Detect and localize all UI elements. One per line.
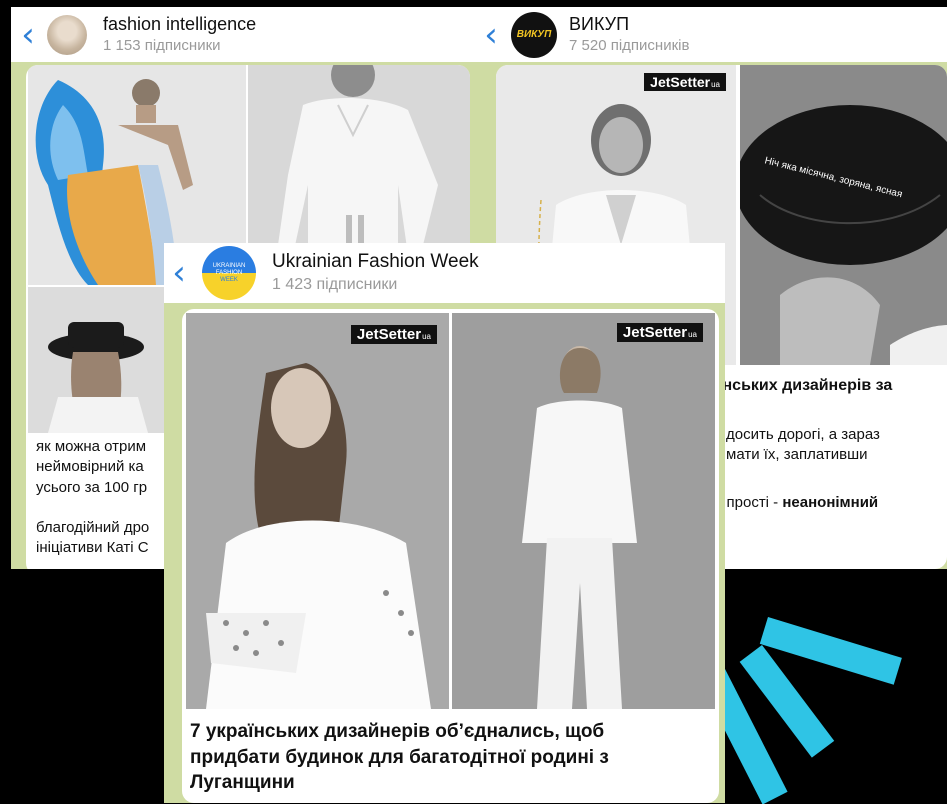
jetsetter-suffix: ua — [688, 330, 697, 339]
subscriber-count: 1 153 підписники — [103, 37, 221, 55]
avatar-label: WEEK — [220, 276, 238, 283]
avatar-label: UKRAINIAN — [212, 262, 246, 269]
jetsetter-label: JetSetter — [622, 324, 688, 341]
jetsetter-watermark: JetSetterua — [350, 325, 437, 344]
channel-header: ‹ fashion intelligence 1 153 підписники — [11, 7, 481, 62]
message-line: досить дорогі, а зараз — [726, 425, 880, 443]
jetsetter-suffix: ua — [711, 80, 720, 89]
avatar-label: FASHION — [215, 269, 243, 276]
message-line — [718, 465, 947, 493]
jetsetter-suffix: ua — [422, 332, 431, 341]
channel-header: ‹ UKRAINIAN FASHION WEEK Ukrainian Fashi… — [164, 243, 725, 303]
jetsetter-watermark: JetSetterua — [644, 73, 726, 91]
message-line: е прості - неанонімний — [714, 493, 947, 513]
message-line: мати їх, заплативши — [726, 445, 868, 463]
back-chevron-icon[interactable]: ‹ — [164, 253, 194, 293]
channel-title[interactable]: Ukrainian Fashion Week — [272, 251, 479, 273]
message-text: 7 українських дизайнерів об’єднались, що… — [190, 721, 609, 794]
post-photo-2[interactable]: JetSetterua — [452, 313, 715, 709]
post-photo-3[interactable] — [28, 287, 164, 433]
channel-avatar[interactable] — [47, 14, 87, 55]
channel-avatar[interactable]: UKRAINIAN FASHION WEEK — [202, 246, 256, 300]
back-chevron-icon[interactable]: ‹ — [481, 15, 501, 55]
channel-title[interactable]: fashion intelligence — [103, 14, 256, 35]
message-text: їнських дизайнерів за досить дорогі, а з… — [714, 375, 947, 513]
back-chevron-icon[interactable]: ‹ — [13, 15, 43, 55]
channel-avatar[interactable]: ВИКУП — [511, 11, 557, 58]
channel-title[interactable]: ВИКУП — [569, 14, 689, 35]
message-text-bold: неанонімний — [782, 494, 879, 512]
jetsetter-watermark: JetSetterua — [616, 323, 703, 342]
jetsetter-label: JetSetter — [356, 326, 422, 343]
subscriber-count: 1 423 підписники — [272, 275, 398, 293]
post-photo-1[interactable]: JetSetterua — [186, 313, 449, 709]
subscriber-count: 7 520 підписників — [569, 37, 690, 55]
channel-header: ‹ ВИКУП ВИКУП 7 520 підписників — [481, 7, 947, 62]
jetsetter-label: JetSetter — [650, 74, 711, 90]
message-bubble: JetSetterua JetSetterua 7 українських ди… — [182, 309, 719, 803]
avatar-label: ВИКУП — [516, 29, 552, 40]
channel-card-ufw: ‹ UKRAINIAN FASHION WEEK Ukrainian Fashi… — [164, 243, 725, 803]
message-line — [718, 397, 947, 425]
post-photo-2[interactable]: Ніч яка місячна, зоряна, ясная — [740, 65, 947, 365]
message-line: їнських дизайнерів за — [718, 377, 893, 394]
